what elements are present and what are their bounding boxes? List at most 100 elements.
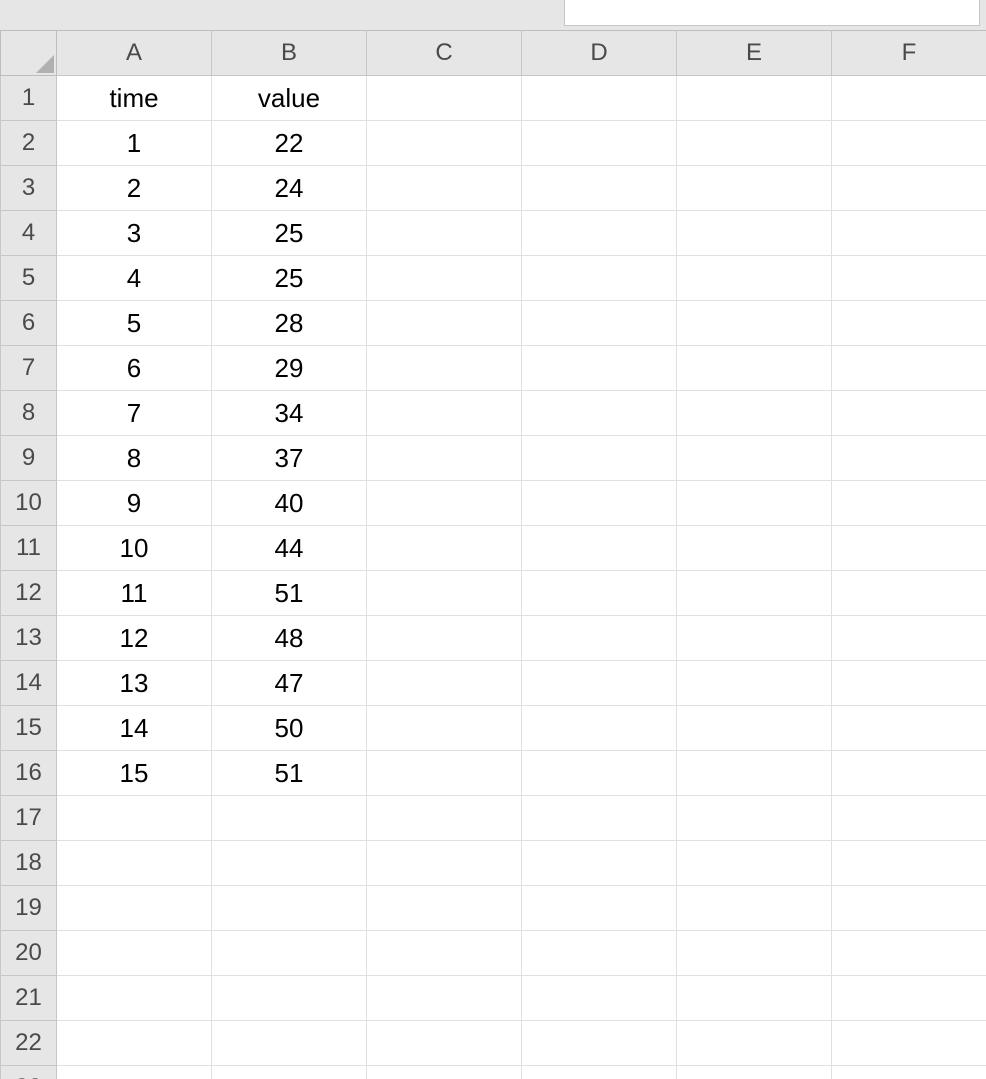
row-header-15[interactable]: 15 [1, 706, 57, 751]
cell-C13[interactable] [367, 616, 522, 661]
cell-D22[interactable] [522, 1021, 677, 1066]
row-header-1[interactable]: 1 [1, 76, 57, 121]
cell-D13[interactable] [522, 616, 677, 661]
cell-E11[interactable] [677, 526, 832, 571]
row-header-7[interactable]: 7 [1, 346, 57, 391]
cell-B21[interactable] [212, 976, 367, 1021]
cell-A4[interactable]: 3 [57, 211, 212, 256]
cell-F1[interactable] [832, 76, 986, 121]
cell-E14[interactable] [677, 661, 832, 706]
cell-C14[interactable] [367, 661, 522, 706]
cell-B9[interactable]: 37 [212, 436, 367, 481]
cell-A10[interactable]: 9 [57, 481, 212, 526]
cell-C5[interactable] [367, 256, 522, 301]
cell-A5[interactable]: 4 [57, 256, 212, 301]
cell-E7[interactable] [677, 346, 832, 391]
cell-C11[interactable] [367, 526, 522, 571]
cell-B19[interactable] [212, 886, 367, 931]
cell-E18[interactable] [677, 841, 832, 886]
cell-E9[interactable] [677, 436, 832, 481]
row-header-20[interactable]: 20 [1, 931, 57, 976]
cell-D3[interactable] [522, 166, 677, 211]
cell-C20[interactable] [367, 931, 522, 976]
column-header-C[interactable]: C [367, 31, 522, 76]
cell-E22[interactable] [677, 1021, 832, 1066]
cell-C10[interactable] [367, 481, 522, 526]
cell-F15[interactable] [832, 706, 986, 751]
cell-A8[interactable]: 7 [57, 391, 212, 436]
cell-E6[interactable] [677, 301, 832, 346]
cell-D10[interactable] [522, 481, 677, 526]
cell-D9[interactable] [522, 436, 677, 481]
cell-C9[interactable] [367, 436, 522, 481]
cell-E17[interactable] [677, 796, 832, 841]
cell-D21[interactable] [522, 976, 677, 1021]
cell-C16[interactable] [367, 751, 522, 796]
cell-F20[interactable] [832, 931, 986, 976]
cell-F23[interactable] [832, 1066, 986, 1079]
cell-D2[interactable] [522, 121, 677, 166]
cell-A1[interactable]: time [57, 76, 212, 121]
cell-D4[interactable] [522, 211, 677, 256]
column-header-D[interactable]: D [522, 31, 677, 76]
cell-B17[interactable] [212, 796, 367, 841]
cell-A7[interactable]: 6 [57, 346, 212, 391]
cell-B16[interactable]: 51 [212, 751, 367, 796]
cell-B5[interactable]: 25 [212, 256, 367, 301]
cell-B2[interactable]: 22 [212, 121, 367, 166]
cell-F10[interactable] [832, 481, 986, 526]
cell-F2[interactable] [832, 121, 986, 166]
row-header-18[interactable]: 18 [1, 841, 57, 886]
cell-F6[interactable] [832, 301, 986, 346]
cell-B18[interactable] [212, 841, 367, 886]
row-header-13[interactable]: 13 [1, 616, 57, 661]
cell-B1[interactable]: value [212, 76, 367, 121]
row-header-12[interactable]: 12 [1, 571, 57, 616]
cell-D20[interactable] [522, 931, 677, 976]
cell-D17[interactable] [522, 796, 677, 841]
cell-A16[interactable]: 15 [57, 751, 212, 796]
cell-C18[interactable] [367, 841, 522, 886]
row-header-23[interactable]: 23 [1, 1066, 57, 1079]
cell-E19[interactable] [677, 886, 832, 931]
cell-A20[interactable] [57, 931, 212, 976]
cell-A21[interactable] [57, 976, 212, 1021]
cell-A18[interactable] [57, 841, 212, 886]
cell-B22[interactable] [212, 1021, 367, 1066]
cell-D15[interactable] [522, 706, 677, 751]
cell-C4[interactable] [367, 211, 522, 256]
cell-C2[interactable] [367, 121, 522, 166]
cell-E15[interactable] [677, 706, 832, 751]
cell-F12[interactable] [832, 571, 986, 616]
row-header-6[interactable]: 6 [1, 301, 57, 346]
cell-E21[interactable] [677, 976, 832, 1021]
column-header-A[interactable]: A [57, 31, 212, 76]
cell-F18[interactable] [832, 841, 986, 886]
cell-A19[interactable] [57, 886, 212, 931]
cell-E10[interactable] [677, 481, 832, 526]
cell-D7[interactable] [522, 346, 677, 391]
cell-A6[interactable]: 5 [57, 301, 212, 346]
spreadsheet-grid[interactable]: A B C D E F 1 time value 2 1 22 [0, 30, 986, 1079]
cell-E8[interactable] [677, 391, 832, 436]
cell-C8[interactable] [367, 391, 522, 436]
cell-B14[interactable]: 47 [212, 661, 367, 706]
cell-F22[interactable] [832, 1021, 986, 1066]
cell-C3[interactable] [367, 166, 522, 211]
cell-D18[interactable] [522, 841, 677, 886]
cell-C1[interactable] [367, 76, 522, 121]
cell-F11[interactable] [832, 526, 986, 571]
cell-B11[interactable]: 44 [212, 526, 367, 571]
row-header-4[interactable]: 4 [1, 211, 57, 256]
row-header-2[interactable]: 2 [1, 121, 57, 166]
cell-E1[interactable] [677, 76, 832, 121]
cell-B23[interactable] [212, 1066, 367, 1079]
column-header-B[interactable]: B [212, 31, 367, 76]
row-header-5[interactable]: 5 [1, 256, 57, 301]
cell-D23[interactable] [522, 1066, 677, 1079]
cell-B20[interactable] [212, 931, 367, 976]
row-header-19[interactable]: 19 [1, 886, 57, 931]
cell-E23[interactable] [677, 1066, 832, 1079]
cell-A14[interactable]: 13 [57, 661, 212, 706]
cell-E13[interactable] [677, 616, 832, 661]
